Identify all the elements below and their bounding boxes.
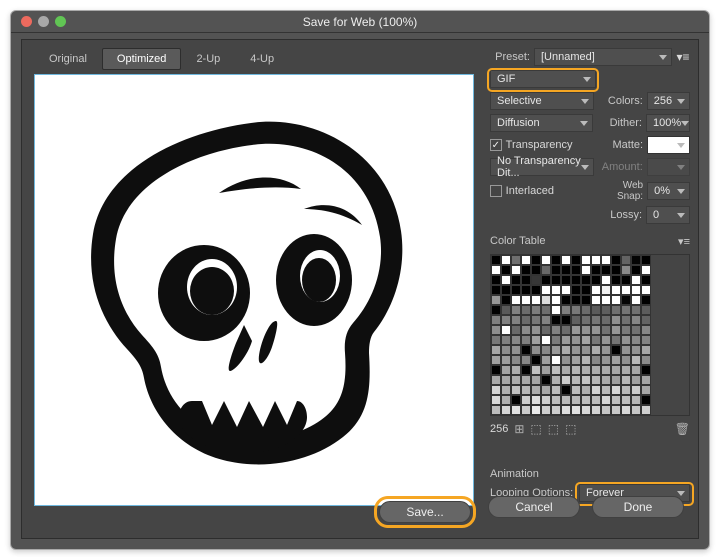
animation-label: Animation [490,468,690,480]
done-button[interactable]: Done [592,496,684,518]
lock-icon[interactable]: ⬚ [548,422,559,436]
transparency-checkbox[interactable] [490,139,502,151]
preview-tabs: Original Optimized 2-Up 4-Up [34,48,289,70]
tab-4up[interactable]: 4-Up [235,48,289,70]
button-row: Save... Cancel Done [374,496,684,528]
chevron-down-icon [659,55,667,60]
title-bar: Save for Web (100%) [11,11,709,33]
colors-stepper[interactable]: 256 [647,92,690,110]
chevron-down-icon [583,77,591,82]
amount-label: Amount: [598,161,643,173]
tab-2up[interactable]: 2-Up [181,48,235,70]
color-reduction-dropdown[interactable]: Selective [490,92,594,110]
chevron-down-icon [580,121,588,126]
tab-optimized[interactable]: Optimized [102,48,182,70]
ct-icon-1[interactable]: ⊞ [514,422,524,436]
dither-label: Dither: [597,117,642,129]
colors-label: Colors: [598,95,643,107]
window-title: Save for Web (100%) [11,15,709,29]
chevron-down-icon [677,189,685,194]
tab-original[interactable]: Original [34,48,102,70]
panel-menu-icon[interactable]: ▾≡ [678,235,690,248]
save-button[interactable]: Save... [379,501,471,523]
preset-menu-icon[interactable]: ▾≡ [676,50,690,64]
preset-label: Preset: [490,51,530,63]
interlaced-label: Interlaced [506,185,595,197]
dither-stepper[interactable]: 100% [646,114,690,132]
color-table-grid[interactable] [490,254,690,416]
preset-dropdown[interactable]: [Unnamed] [534,48,672,66]
websnap-stepper[interactable]: 0% [647,182,690,200]
websnap-label: Web Snap: [599,180,643,202]
trash-icon[interactable]: 🗑 [675,422,690,436]
chevron-down-icon [677,165,685,170]
dither-alg-dropdown[interactable]: Diffusion [490,114,593,132]
format-dropdown[interactable]: GIF [490,70,596,88]
transparency-label: Transparency [506,139,595,151]
chevron-down-icon [581,99,589,104]
trans-dither-dropdown[interactable]: No Transparency Dit... [490,158,594,176]
preview-canvas [34,74,474,506]
options-panel: Preset: [Unnamed] ▾≡ GIF Selective Color… [490,48,690,228]
interlaced-checkbox[interactable] [490,185,502,197]
lossy-stepper[interactable]: 0 [646,206,690,224]
chevron-down-icon [677,143,685,148]
traffic-minimize-icon [38,16,49,27]
dialog-content: Original Optimized 2-Up 4-Up [21,39,699,539]
matte-label: Matte: [599,139,643,151]
ct-icon-4[interactable]: ⬚ [565,422,576,436]
color-count: 256 [490,423,508,435]
chevron-down-icon [677,491,685,496]
amount-stepper [647,158,690,176]
traffic-close-icon[interactable] [21,16,32,27]
lossy-label: Lossy: [596,209,642,221]
cancel-button[interactable]: Cancel [488,496,580,518]
color-table-label: Color Table [490,235,545,248]
skull-artwork [84,105,424,475]
chevron-down-icon [677,213,685,218]
highlight-save: Save... [374,496,476,528]
chevron-down-icon [681,121,689,126]
chevron-down-icon [677,99,685,104]
ct-icon-2[interactable]: ⬚ [530,422,541,436]
matte-dropdown[interactable] [647,136,690,154]
traffic-zoom-icon[interactable] [55,16,66,27]
chevron-down-icon [581,165,589,170]
dialog-window: Save for Web (100%) Original Optimized 2… [10,10,710,550]
color-table-panel: Color Table ▾≡ 256 ⊞ ⬚ ⬚ ⬚ 🗑 [490,235,690,436]
